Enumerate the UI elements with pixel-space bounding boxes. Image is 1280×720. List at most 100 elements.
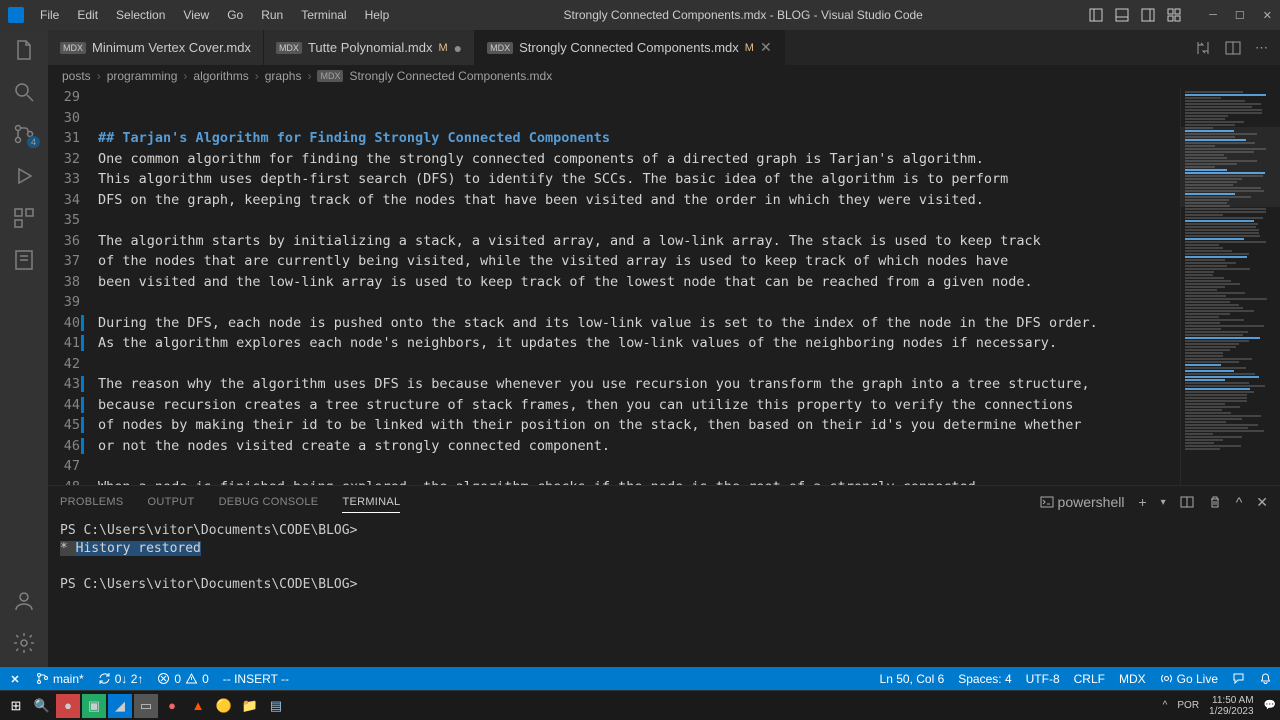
close-button[interactable]: ✕	[1263, 9, 1272, 22]
crumb[interactable]: posts	[62, 69, 91, 83]
menu-terminal[interactable]: Terminal	[293, 4, 354, 26]
tab-strongly-connected-components[interactable]: MDX Strongly Connected Components.mdx M …	[475, 30, 785, 65]
run-debug-icon[interactable]	[12, 164, 36, 188]
extensions-icon[interactable]	[12, 206, 36, 230]
taskbar-firefox[interactable]: ●	[160, 694, 184, 718]
mdx-icon: MDX	[487, 42, 513, 54]
maximize-button[interactable]: ☐	[1235, 9, 1245, 22]
history-restored: History restored	[76, 541, 201, 556]
tab-minimum-vertex-cover[interactable]: MDX Minimum Vertex Cover.mdx	[48, 30, 264, 65]
panel-tab-terminal[interactable]: TERMINAL	[342, 496, 400, 513]
menu-file[interactable]: File	[32, 4, 67, 26]
close-icon[interactable]: ✕	[760, 39, 772, 56]
tab-label: Strongly Connected Components.mdx	[519, 40, 739, 55]
history-marker: *	[60, 541, 76, 556]
menu-bar: File Edit Selection View Go Run Terminal…	[32, 4, 397, 26]
line-gutter: 2930313233343536373839404142434445464748…	[48, 87, 98, 485]
taskbar-app[interactable]: ▤	[264, 694, 288, 718]
minimap-viewport[interactable]	[1181, 127, 1280, 207]
terminal-body[interactable]: PS C:\Users\vitor\Documents\CODE\BLOG> *…	[48, 518, 1280, 667]
go-live[interactable]: Go Live	[1160, 672, 1218, 686]
encoding[interactable]: UTF-8	[1026, 672, 1060, 686]
tray-lang[interactable]: POR	[1177, 700, 1199, 711]
source-control-icon[interactable]: 4	[12, 122, 36, 146]
remote-indicator[interactable]	[8, 672, 22, 686]
terminal-dropdown-icon[interactable]: ▾	[1161, 497, 1166, 508]
eol[interactable]: CRLF	[1074, 672, 1105, 686]
crumb[interactable]: programming	[107, 69, 178, 83]
more-actions-icon[interactable]: ⋯	[1255, 40, 1268, 56]
sidebar-right-icon[interactable]	[1141, 8, 1155, 22]
settings-icon[interactable]	[12, 631, 36, 655]
menu-view[interactable]: View	[175, 4, 217, 26]
tray-notifications[interactable]: 💬	[1264, 700, 1276, 711]
crumb[interactable]: algorithms	[193, 69, 248, 83]
indentation[interactable]: Spaces: 4	[958, 672, 1011, 686]
start-button[interactable]: ⊞	[4, 694, 28, 718]
notifications-icon[interactable]	[1259, 672, 1272, 685]
split-terminal-icon[interactable]	[1180, 495, 1194, 509]
problems-errors[interactable]: 0 0	[157, 672, 208, 686]
panel-tab-output[interactable]: OUTPUT	[148, 496, 195, 508]
crumb[interactable]: Strongly Connected Components.mdx	[349, 69, 552, 83]
vim-mode: -- INSERT --	[223, 672, 289, 686]
menu-run[interactable]: Run	[253, 4, 291, 26]
customize-layout-icon[interactable]	[1167, 8, 1181, 22]
editor-body[interactable]: 2930313233343536373839404142434445464748…	[48, 87, 1280, 485]
taskbar-vscode[interactable]: ◢	[108, 694, 132, 718]
feedback-icon[interactable]	[1232, 672, 1245, 685]
git-sync[interactable]: 0↓ 2↑	[98, 672, 144, 686]
search-icon[interactable]	[12, 80, 36, 104]
taskbar-chrome[interactable]: 🟡	[212, 694, 236, 718]
git-branch[interactable]: main*	[36, 672, 84, 686]
taskbar-brave[interactable]: ▲	[186, 694, 210, 718]
breadcrumb[interactable]: posts› programming› algorithms› graphs› …	[48, 65, 1280, 87]
close-panel-icon[interactable]: ✕	[1256, 494, 1268, 511]
panel-tabs: PROBLEMS OUTPUT DEBUG CONSOLE TERMINAL p…	[48, 486, 1280, 518]
tray-clock[interactable]: 11:50 AM 1/29/2023	[1209, 695, 1254, 717]
taskbar-app[interactable]: ▣	[82, 694, 106, 718]
menu-selection[interactable]: Selection	[108, 4, 173, 26]
cursor-position[interactable]: Ln 50, Col 6	[880, 672, 945, 686]
activity-bar: 4	[0, 30, 48, 667]
layout-icon[interactable]	[1089, 8, 1103, 22]
mdx-icon: MDX	[276, 42, 302, 54]
panel-tab-debug-console[interactable]: DEBUG CONSOLE	[219, 496, 319, 508]
new-terminal-icon[interactable]: +	[1138, 494, 1146, 510]
shell-label: powershell	[1058, 494, 1125, 510]
mdx-icon: MDX	[60, 42, 86, 54]
tab-label: Minimum Vertex Cover.mdx	[92, 40, 251, 55]
language-mode[interactable]: MDX	[1119, 672, 1146, 686]
terminal-profile[interactable]: powershell	[1040, 494, 1125, 510]
terminal-prompt: PS C:\Users\vitor\Documents\CODE\BLOG>	[60, 577, 357, 592]
taskbar-app[interactable]: ▭	[134, 694, 158, 718]
panel-tab-problems[interactable]: PROBLEMS	[60, 496, 124, 508]
split-editor-icon[interactable]	[1225, 40, 1241, 56]
todo-icon[interactable]	[12, 248, 36, 272]
tab-dirty-dot[interactable]: ●	[454, 40, 462, 56]
editor-tabs: MDX Minimum Vertex Cover.mdx MDX Tutte P…	[48, 30, 1280, 65]
menu-go[interactable]: Go	[219, 4, 251, 26]
window-title: Strongly Connected Components.mdx - BLOG…	[397, 8, 1089, 22]
compare-changes-icon[interactable]	[1195, 40, 1211, 56]
kill-terminal-icon[interactable]	[1208, 495, 1222, 509]
taskbar-explorer[interactable]: 📁	[238, 694, 262, 718]
menu-help[interactable]: Help	[357, 4, 398, 26]
title-actions: ─ ☐ ✕	[1089, 8, 1272, 22]
tab-tutte-polynomial[interactable]: MDX Tutte Polynomial.mdx M ●	[264, 30, 475, 65]
menu-edit[interactable]: Edit	[69, 4, 106, 26]
explorer-icon[interactable]	[12, 38, 36, 62]
code-content[interactable]: ## Tarjan's Algorithm for Finding Strong…	[98, 87, 1180, 485]
panel-icon[interactable]	[1115, 8, 1129, 22]
tray-chevron[interactable]: ^	[1163, 700, 1168, 711]
minimize-button[interactable]: ─	[1209, 9, 1217, 22]
minimap[interactable]	[1180, 87, 1280, 485]
maximize-panel-icon[interactable]: ^	[1236, 494, 1243, 510]
accounts-icon[interactable]	[12, 589, 36, 613]
scm-badge: 4	[27, 136, 40, 148]
terminal-prompt: PS C:\Users\vitor\Documents\CODE\BLOG>	[60, 523, 357, 538]
modified-indicator: M	[745, 42, 754, 54]
search-taskbar-icon[interactable]: 🔍	[30, 694, 54, 718]
taskbar-app[interactable]: ●	[56, 694, 80, 718]
crumb[interactable]: graphs	[265, 69, 302, 83]
